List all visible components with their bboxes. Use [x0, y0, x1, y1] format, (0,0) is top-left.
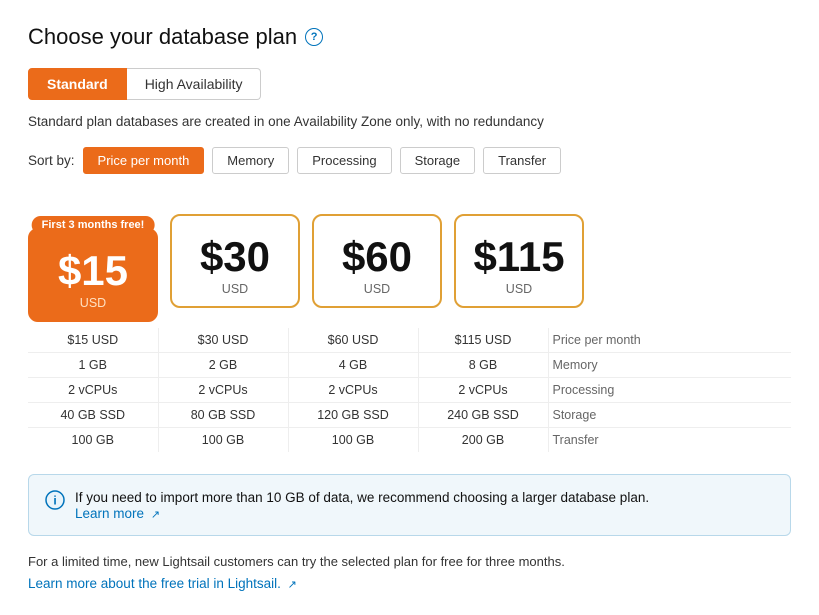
info-icon: i	[45, 490, 65, 515]
plan-type-tabs: Standard High Availability	[28, 68, 791, 100]
plan-card-15[interactable]: First 3 months free! $15 USD	[28, 228, 158, 322]
detail-price-4: $115 USD	[418, 328, 548, 353]
sort-price[interactable]: Price per month	[83, 147, 205, 174]
help-icon[interactable]: ?	[305, 28, 323, 46]
details-table: $15 USD $30 USD $60 USD $115 USD Price p…	[28, 328, 791, 452]
detail-row-processing: 2 vCPUs 2 vCPUs 2 vCPUs 2 vCPUs Processi…	[28, 378, 791, 403]
info-box: i If you need to import more than 10 GB …	[28, 474, 791, 536]
plan-description: Standard plan databases are created in o…	[28, 114, 791, 129]
page-title: Choose your database plan	[28, 24, 297, 50]
detail-price-2: $30 USD	[158, 328, 288, 353]
page-header: Choose your database plan ?	[28, 24, 791, 50]
sort-storage[interactable]: Storage	[400, 147, 476, 174]
plan-price-15: $15	[44, 248, 142, 294]
plan-price-115: $115	[470, 234, 568, 280]
label-memory: Memory	[548, 353, 791, 378]
plan-price-30: $30	[186, 234, 284, 280]
external-link-icon: ↗	[151, 509, 160, 521]
detail-memory-4: 8 GB	[418, 353, 548, 378]
label-transfer: Transfer	[548, 428, 791, 453]
detail-price-3: $60 USD	[288, 328, 418, 353]
detail-proc-4: 2 vCPUs	[418, 378, 548, 403]
plan-price-60: $60	[328, 234, 426, 280]
detail-proc-3: 2 vCPUs	[288, 378, 418, 403]
detail-transfer-4: 200 GB	[418, 428, 548, 453]
detail-storage-1: 40 GB SSD	[28, 403, 158, 428]
detail-storage-3: 120 GB SSD	[288, 403, 418, 428]
label-price: Price per month	[548, 328, 791, 353]
free-badge: First 3 months free!	[32, 216, 155, 234]
plan-card-30[interactable]: $30 USD	[170, 214, 300, 308]
plan-card-60[interactable]: $60 USD	[312, 214, 442, 308]
plan-currency-60: USD	[328, 282, 426, 296]
sort-processing[interactable]: Processing	[297, 147, 391, 174]
detail-memory-1: 1 GB	[28, 353, 158, 378]
detail-transfer-3: 100 GB	[288, 428, 418, 453]
sort-transfer[interactable]: Transfer	[483, 147, 561, 174]
detail-row-storage: 40 GB SSD 80 GB SSD 120 GB SSD 240 GB SS…	[28, 403, 791, 428]
detail-transfer-2: 100 GB	[158, 428, 288, 453]
detail-row-price: $15 USD $30 USD $60 USD $115 USD Price p…	[28, 328, 791, 353]
sort-memory[interactable]: Memory	[212, 147, 289, 174]
detail-row-transfer: 100 GB 100 GB 100 GB 200 GB Transfer	[28, 428, 791, 453]
tab-high-availability[interactable]: High Availability	[127, 68, 262, 100]
footer-learn-more-link[interactable]: Learn more about the free trial in Light…	[28, 576, 297, 591]
info-learn-more-link[interactable]: Learn more ↗	[75, 506, 160, 521]
detail-memory-2: 2 GB	[158, 353, 288, 378]
detail-proc-2: 2 vCPUs	[158, 378, 288, 403]
label-processing: Processing	[548, 378, 791, 403]
info-message: If you need to import more than 10 GB of…	[75, 490, 649, 505]
detail-row-memory: 1 GB 2 GB 4 GB 8 GB Memory	[28, 353, 791, 378]
detail-price-1: $15 USD	[28, 328, 158, 353]
detail-storage-2: 80 GB SSD	[158, 403, 288, 428]
plan-card-115[interactable]: $115 USD	[454, 214, 584, 308]
footer-learn-more-text: Learn more about the free trial in Light…	[28, 576, 281, 591]
detail-memory-3: 4 GB	[288, 353, 418, 378]
footer-learn-more: Learn more about the free trial in Light…	[28, 575, 791, 591]
detail-storage-4: 240 GB SSD	[418, 403, 548, 428]
tab-standard[interactable]: Standard	[28, 68, 127, 100]
label-storage: Storage	[548, 403, 791, 428]
plan-currency-15: USD	[44, 296, 142, 310]
info-learn-more-text: Learn more	[75, 506, 144, 521]
plan-currency-115: USD	[470, 282, 568, 296]
sort-row: Sort by: Price per month Memory Processi…	[28, 147, 791, 174]
sort-label: Sort by:	[28, 153, 75, 168]
footer-text: For a limited time, new Lightsail custom…	[28, 554, 791, 569]
info-content: If you need to import more than 10 GB of…	[75, 489, 649, 521]
svg-text:i: i	[53, 494, 56, 508]
detail-proc-1: 2 vCPUs	[28, 378, 158, 403]
detail-transfer-1: 100 GB	[28, 428, 158, 453]
footer-external-icon: ↗	[288, 579, 297, 591]
plan-currency-30: USD	[186, 282, 284, 296]
